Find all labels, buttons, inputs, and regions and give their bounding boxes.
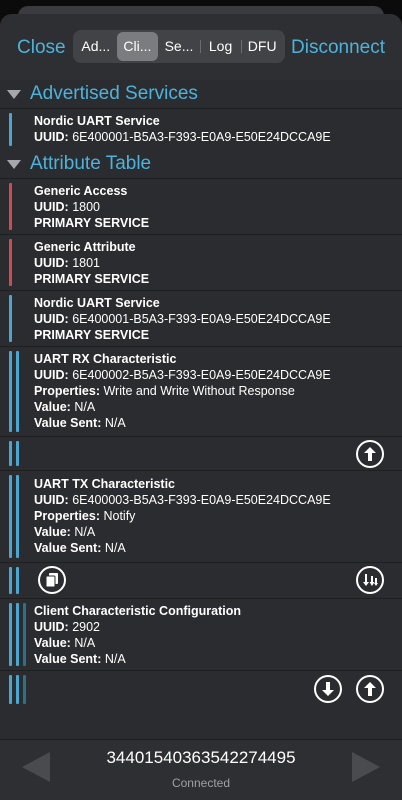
service-uuid: UUID: 6E400001-B5A3-F393-E0A9-E50E24DCCA…: [34, 312, 331, 326]
characteristic-indicator-bar: [16, 475, 19, 558]
multiple-arrows-down-icon: [358, 568, 382, 592]
section-attribute-table[interactable]: Attribute Table: [0, 150, 402, 178]
service-row-generic-attribute[interactable]: Generic Attribute UUID: 1801 PRIMARY SER…: [0, 234, 402, 290]
characteristic-indicator-bar: [16, 441, 19, 466]
service-indicator-bar: [9, 475, 12, 558]
characteristic-row-tx[interactable]: UART TX Characteristic UUID: 6E400003-B5…: [0, 470, 402, 562]
section-advertised-services[interactable]: Advertised Services: [0, 80, 402, 108]
service-indicator-bar: [9, 113, 12, 146]
device-sheet: Close Ad... Cli... Se... Log DFU Disconn…: [0, 14, 402, 800]
characteristic-properties: Properties: Write and Write Without Resp…: [34, 384, 295, 398]
service-uuid: UUID: 1801: [34, 256, 101, 270]
descriptor-row-cccd[interactable]: Client Characteristic Configuration UUID…: [0, 598, 402, 670]
characteristic-row-rx[interactable]: UART RX Characteristic UUID: 6E400002-B5…: [0, 346, 402, 436]
service-uuid: UUID: 6E400001-B5A3-F393-E0A9-E50E24DCCA…: [34, 130, 331, 144]
characteristic-indicator-bar: [16, 675, 19, 704]
service-name: Generic Access: [34, 184, 128, 198]
service-uuid: UUID: 1800: [34, 200, 101, 214]
advertised-service-row[interactable]: Nordic UART Service UUID: 6E400001-B5A3-…: [0, 108, 402, 150]
service-indicator-bar: [9, 351, 12, 432]
service-type: PRIMARY SERVICE: [34, 272, 150, 286]
characteristic-indicator-bar: [16, 351, 19, 432]
service-indicator-bar: [9, 603, 12, 666]
service-row-nordic-uart[interactable]: Nordic UART Service UUID: 6E400001-B5A3-…: [0, 290, 402, 346]
write-button[interactable]: [356, 440, 384, 468]
service-name: Nordic UART Service: [34, 114, 160, 128]
descriptor-uuid: UUID: 2902: [34, 620, 101, 634]
service-indicator-bar: [9, 295, 12, 342]
descriptor-value-sent: Value Sent: N/A: [34, 652, 126, 666]
service-indicator-bar: [9, 441, 12, 466]
characteristic-actions-tx: [0, 562, 402, 598]
characteristic-name: UART RX Characteristic: [34, 352, 177, 366]
collapse-triangle-icon: [7, 160, 21, 169]
next-arrow-icon[interactable]: [352, 752, 380, 782]
service-name: Nordic UART Service: [34, 296, 160, 310]
tab-dfu[interactable]: DFU: [241, 32, 283, 61]
descriptor-indicator-bar: [23, 603, 26, 666]
top-bar: Close Ad... Cli... Se... Log DFU Disconn…: [0, 14, 402, 80]
services-list: Advertised Services Nordic UART Service …: [0, 80, 402, 742]
arrow-up-icon: [358, 442, 382, 466]
tab-log[interactable]: Log: [199, 32, 242, 61]
characteristic-uuid: UUID: 6E400002-B5A3-F393-E0A9-E50E24DCCA…: [34, 368, 331, 382]
collapse-triangle-icon: [7, 90, 21, 99]
characteristic-properties: Properties: Notify: [34, 509, 136, 523]
service-indicator-bar: [9, 567, 12, 594]
characteristic-value-sent: Value Sent: N/A: [34, 416, 126, 430]
tab-segmented-control: Ad... Cli... Se... Log DFU: [73, 30, 285, 63]
service-indicator-bar: [9, 183, 12, 230]
characteristic-indicator-bar: [16, 603, 19, 666]
tab-advertisement[interactable]: Ad...: [75, 32, 117, 61]
service-indicator-bar: [9, 675, 12, 704]
arrow-down-icon: [316, 677, 340, 701]
descriptor-indicator-bar: [23, 675, 26, 704]
descriptor-actions-cccd: [0, 670, 402, 708]
service-indicator-bar: [9, 239, 12, 286]
service-type: PRIMARY SERVICE: [34, 328, 150, 342]
characteristic-value: Value: N/A: [34, 525, 96, 539]
descriptor-name: Client Characteristic Configuration: [34, 604, 241, 618]
descriptor-value: Value: N/A: [34, 636, 96, 650]
bottom-bar: 34401540363542274495 Connected: [0, 739, 402, 800]
device-counter: 34401540363542274495: [106, 748, 296, 767]
write-button[interactable]: [356, 675, 384, 703]
read-button[interactable]: [314, 675, 342, 703]
notify-toggle-button[interactable]: [356, 566, 384, 594]
tab-server[interactable]: Se...: [158, 32, 200, 61]
characteristic-name: UART TX Characteristic: [34, 477, 176, 491]
characteristic-actions-rx: [0, 436, 402, 470]
arrow-up-icon: [358, 677, 382, 701]
section-title: Attribute Table: [30, 153, 152, 174]
service-type: PRIMARY SERVICE: [34, 216, 150, 230]
characteristic-value-sent: Value Sent: N/A: [34, 541, 126, 555]
service-row-generic-access[interactable]: Generic Access UUID: 1800 PRIMARY SERVIC…: [0, 178, 402, 234]
characteristic-uuid: UUID: 6E400003-B5A3-F393-E0A9-E50E24DCCA…: [34, 493, 331, 507]
characteristic-value: Value: N/A: [34, 400, 96, 414]
copy-value-button[interactable]: [38, 566, 66, 594]
service-name: Generic Attribute: [34, 240, 136, 254]
connection-status: Connected: [171, 776, 231, 790]
disconnect-button[interactable]: Disconnect: [291, 37, 385, 59]
section-title: Advertised Services: [30, 83, 198, 104]
copy-icon: [40, 568, 64, 592]
tab-client[interactable]: Cli...: [116, 32, 159, 61]
close-button[interactable]: Close: [17, 37, 66, 59]
characteristic-indicator-bar: [16, 567, 19, 594]
